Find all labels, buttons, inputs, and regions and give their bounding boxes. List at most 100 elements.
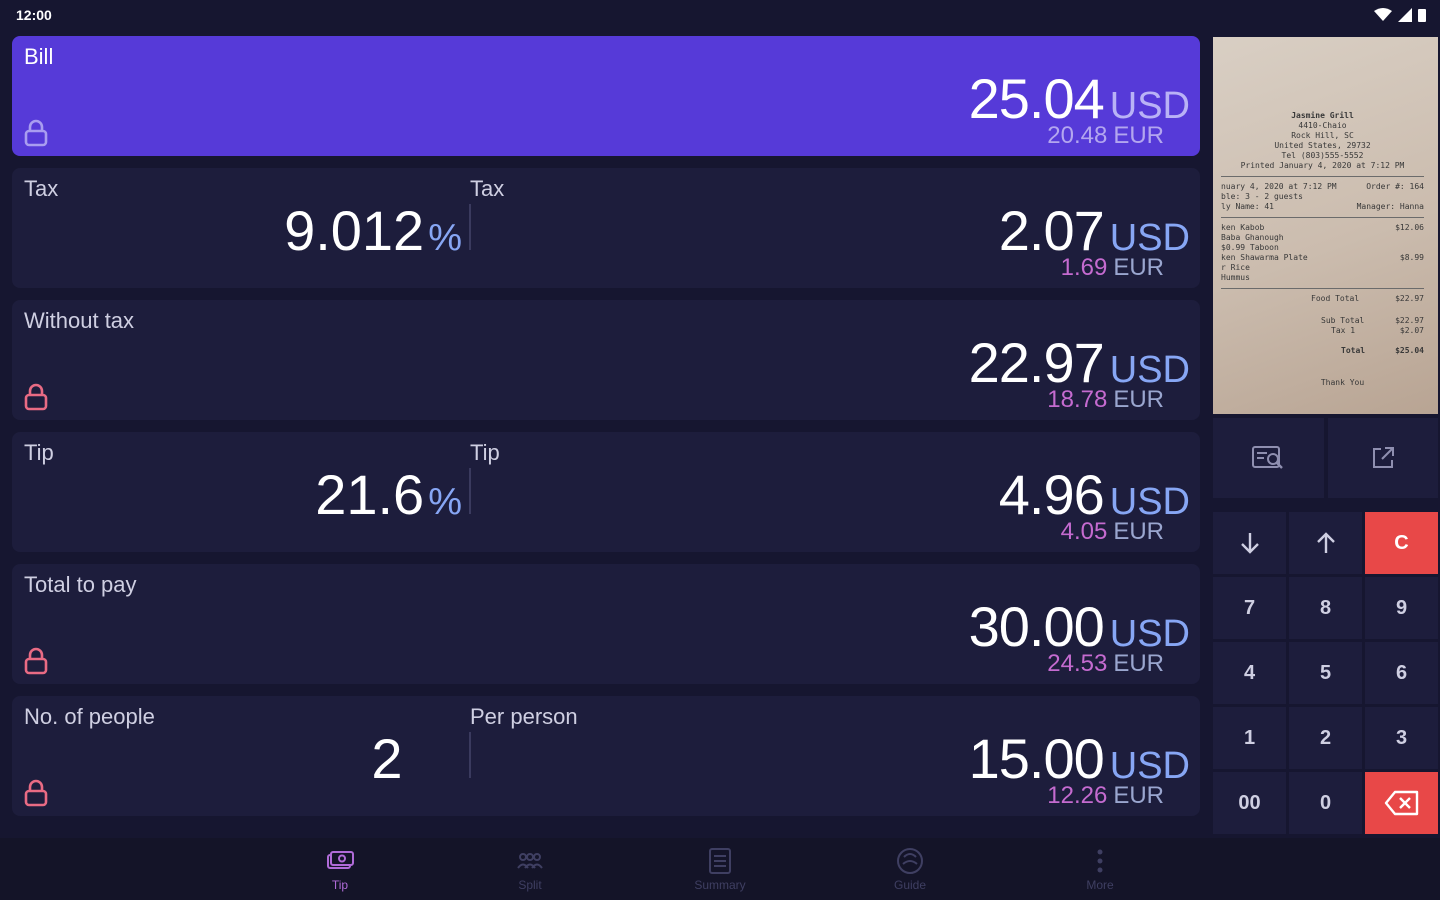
key-up[interactable] xyxy=(1289,512,1362,574)
receipt-photo[interactable]: Jasmine Grill 4410-Chaio Rock Hill, SC U… xyxy=(1213,37,1438,414)
receipt-meta-row: nuary 4, 2020 at 7:12 PM Order #: 164 xyxy=(1221,182,1424,191)
nav-tip-label: Tip xyxy=(331,878,349,892)
per-person-converted-currency: EUR xyxy=(1113,782,1164,809)
battery-icon xyxy=(1418,9,1426,22)
receipt-actions xyxy=(1213,418,1438,498)
open-external-button[interactable] xyxy=(1327,418,1438,498)
lock-icon[interactable] xyxy=(23,383,49,411)
backspace-icon xyxy=(1384,790,1418,816)
nav-split-label: Split xyxy=(518,878,542,892)
key-6[interactable]: 6 xyxy=(1365,642,1438,704)
bill-converted-currency: EUR xyxy=(1113,122,1164,149)
receipt-meta-row: ly Name: 41 Manager: Hanna xyxy=(1221,202,1424,211)
tip-percent-symbol: % xyxy=(428,481,462,523)
key-3[interactable]: 3 xyxy=(1365,707,1438,769)
summary-icon xyxy=(709,848,731,874)
nav-more[interactable]: More xyxy=(1005,838,1195,900)
status-icons xyxy=(1374,8,1426,22)
status-bar: 12:00 xyxy=(0,0,1440,30)
tax-percent[interactable]: 9.012 % xyxy=(262,198,462,263)
nav-guide-label: Guide xyxy=(893,878,927,892)
wifi-icon xyxy=(1374,8,1392,21)
tax-converted-value: 1.69 xyxy=(1060,254,1108,281)
receipt-header-line: 4410-Chaio xyxy=(1298,121,1347,130)
tax-percent-symbol: % xyxy=(428,217,462,259)
without-tax-label: Without tax xyxy=(24,308,135,333)
arrow-up-icon xyxy=(1316,532,1335,553)
tip-converted-value: 4.05 xyxy=(1060,518,1108,545)
tip-percent-value: 21.6 xyxy=(315,463,425,526)
tip-card[interactable]: Tip 21.6 % Tip 4.96 USD 4.05 EUR xyxy=(12,432,1200,552)
nav-tip[interactable]: Tip xyxy=(245,838,435,900)
scan-receipt-icon xyxy=(1252,446,1284,469)
without-tax-converted-currency: EUR xyxy=(1113,386,1164,413)
people-card[interactable]: No. of people 2 Per person 15.00 USD 12.… xyxy=(12,696,1200,816)
receipt-item-row: ken Kabob $12.06 xyxy=(1221,223,1424,232)
receipt-paper: Jasmine Grill 4410-Chaio Rock Hill, SC U… xyxy=(1213,37,1438,414)
key-1[interactable]: 1 xyxy=(1213,707,1286,769)
key-4[interactable]: 4 xyxy=(1213,642,1286,704)
arrow-down-icon xyxy=(1240,533,1259,554)
tax-divider xyxy=(469,204,471,250)
key-7[interactable]: 7 xyxy=(1213,577,1286,639)
key-9[interactable]: 9 xyxy=(1365,577,1438,639)
receipt-footer: Thank You xyxy=(1320,378,1365,387)
receipt-item-row: $0.99 Taboon xyxy=(1221,243,1279,252)
key-5[interactable]: 5 xyxy=(1289,642,1362,704)
lock-icon[interactable] xyxy=(23,779,49,807)
receipt-divider xyxy=(1221,288,1424,289)
guide-icon xyxy=(897,848,923,874)
lock-icon[interactable] xyxy=(23,119,49,147)
total-converted: 24.53 EUR xyxy=(1047,650,1164,678)
receipt-header-line: Printed January 4, 2020 at 7:12 PM xyxy=(1240,161,1405,170)
scan-receipt-button[interactable] xyxy=(1213,418,1324,498)
lock-icon[interactable] xyxy=(23,647,49,675)
without-tax-card[interactable]: Without tax 22.97 USD 18.78 EUR xyxy=(12,300,1200,420)
nav-guide[interactable]: Guide xyxy=(815,838,1005,900)
people-count[interactable]: 2 xyxy=(312,726,462,791)
nav-summary[interactable]: Summary xyxy=(625,838,815,900)
nav-more-label: More xyxy=(1086,878,1114,892)
receipt-header-line: Tel (803)555-5552 xyxy=(1281,151,1364,160)
nav-split[interactable]: Split xyxy=(435,838,625,900)
receipt-total-row: Food Total $22.97 xyxy=(1311,294,1424,303)
receipt-item-row: ken Shawarma Plate $8.99 xyxy=(1221,253,1424,262)
tip-converted-currency: EUR xyxy=(1113,518,1164,545)
bill-label: Bill xyxy=(24,44,54,69)
split-icon xyxy=(517,853,543,869)
total-card[interactable]: Total to pay 30.00 USD 24.53 EUR xyxy=(12,564,1200,684)
tip-divider xyxy=(469,468,471,514)
status-time: 12:00 xyxy=(16,7,52,23)
bill-converted: 20.48 EUR xyxy=(1047,122,1164,150)
key-down[interactable] xyxy=(1213,512,1286,574)
bottom-navigation: Tip Split Summary Guide More xyxy=(0,838,1440,900)
receipt-divider xyxy=(1221,217,1424,218)
tax-amount-label: Tax xyxy=(470,176,505,201)
total-label: Total to pay xyxy=(24,572,137,597)
more-icon xyxy=(1097,849,1103,873)
without-tax-converted: 18.78 EUR xyxy=(1047,386,1164,414)
per-person-converted-value: 12.26 xyxy=(1047,782,1108,809)
open-external-icon xyxy=(1372,447,1394,468)
tax-card[interactable]: Tax 9.012 % Tax 2.07 USD 1.69 EUR xyxy=(12,168,1200,288)
tip-percent[interactable]: 21.6 % xyxy=(262,462,462,527)
tax-converted-currency: EUR xyxy=(1113,254,1164,281)
tax-percent-value: 9.012 xyxy=(284,199,425,262)
key-0[interactable]: 0 xyxy=(1289,772,1362,834)
total-converted-currency: EUR xyxy=(1113,650,1164,677)
tip-percent-label: Tip xyxy=(24,440,54,465)
key-backspace[interactable] xyxy=(1365,772,1438,834)
key-8[interactable]: 8 xyxy=(1289,577,1362,639)
key-00[interactable]: 00 xyxy=(1213,772,1286,834)
receipt-item-row: r Rice xyxy=(1221,263,1250,272)
bill-card[interactable]: Bill 25.04 USD 20.48 EUR xyxy=(12,36,1200,156)
receipt-total-row: Sub Total $22.97 xyxy=(1321,316,1424,325)
bill-converted-value: 20.48 xyxy=(1047,122,1108,149)
receipt-item-row: Hummus xyxy=(1221,273,1250,282)
key-2[interactable]: 2 xyxy=(1289,707,1362,769)
receipt-item-row: Baba Ghanough xyxy=(1221,233,1284,242)
keypad: C 7 8 9 4 5 6 1 2 3 00 0 xyxy=(1213,512,1438,834)
tip-amount-label: Tip xyxy=(470,440,500,465)
key-clear[interactable]: C xyxy=(1365,512,1438,574)
receipt-header-line: Rock Hill, SC xyxy=(1291,131,1354,140)
